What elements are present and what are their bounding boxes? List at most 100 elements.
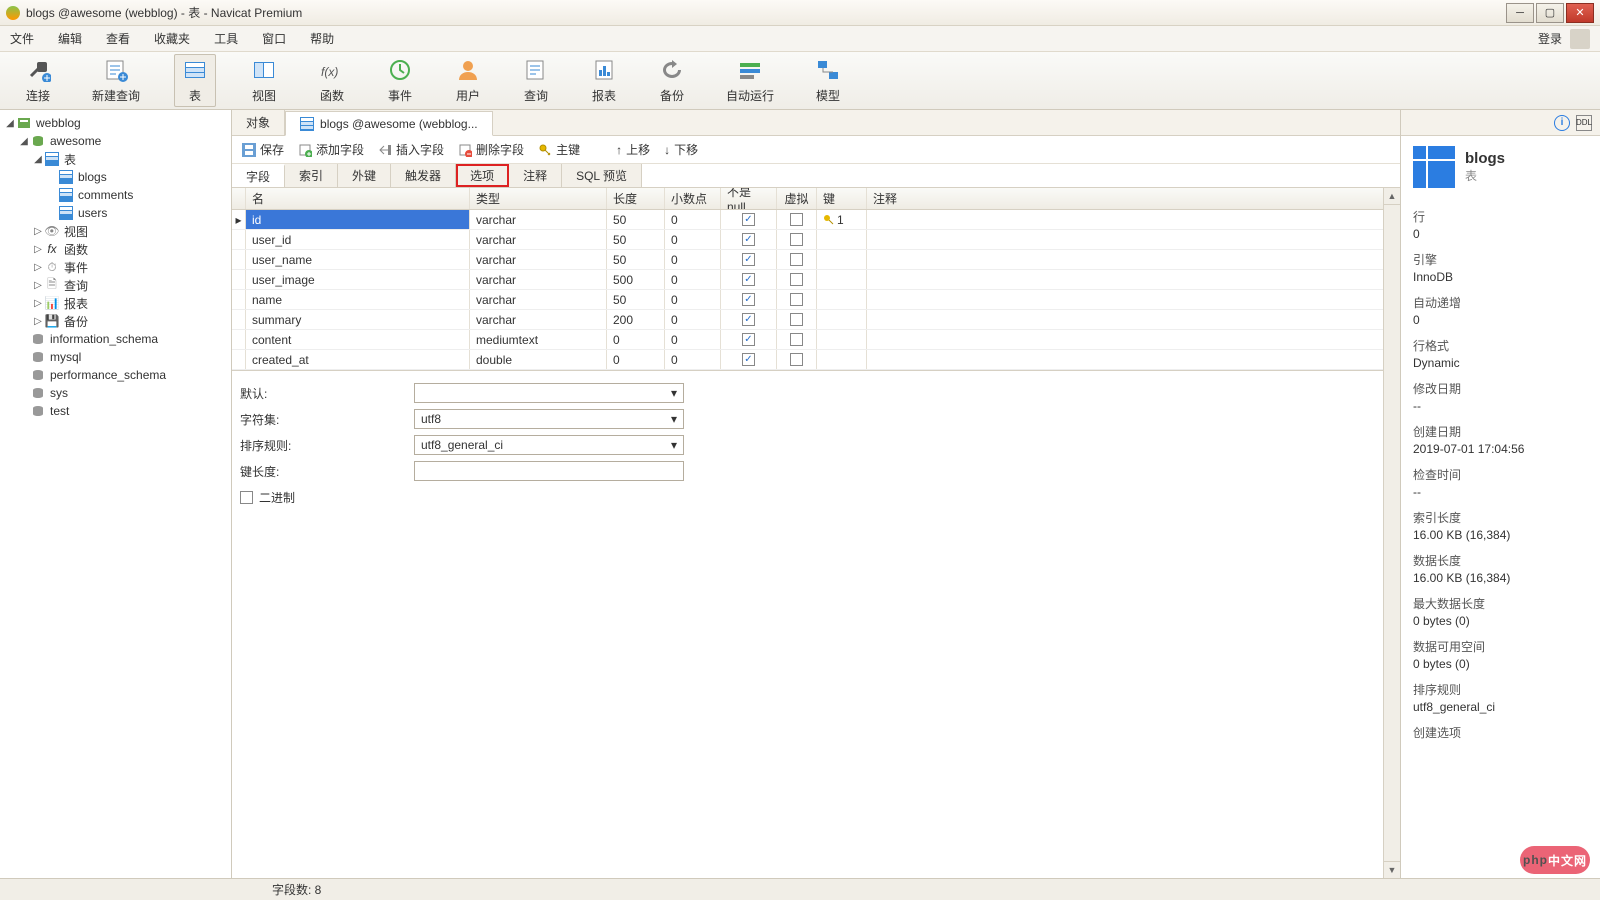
cell-length[interactable]: 50 — [607, 210, 665, 229]
fields-grid[interactable]: 名 类型 长度 小数点 不是 null 虚拟 键 注释 ▸idvarchar50… — [232, 188, 1400, 370]
tree-db-mysql[interactable]: mysql — [0, 348, 231, 366]
cell-decimals[interactable]: 0 — [665, 350, 721, 369]
notnull-checkbox[interactable]: ✓ — [742, 293, 755, 306]
tree-table-blogs[interactable]: blogs — [0, 168, 231, 186]
scroll-down-icon[interactable]: ▼ — [1384, 861, 1400, 878]
cell-name[interactable]: summary — [246, 310, 470, 329]
charset-select[interactable]: utf8▾ — [414, 409, 684, 429]
toolbar-autorun-button[interactable]: 自动运行 — [720, 55, 780, 106]
virtual-checkbox[interactable] — [790, 293, 803, 306]
virtual-checkbox[interactable] — [790, 333, 803, 346]
cell-decimals[interactable]: 0 — [665, 230, 721, 249]
move-up-button[interactable]: ↑上移 — [616, 141, 650, 158]
menu-help[interactable]: 帮助 — [310, 30, 334, 47]
table-row[interactable]: namevarchar500✓ — [232, 290, 1400, 310]
subtab-3[interactable]: 触发器 — [391, 164, 456, 187]
cell-name[interactable]: user_image — [246, 270, 470, 289]
tree-report[interactable]: ▷📊报表 — [0, 294, 231, 312]
cell-type[interactable]: varchar — [470, 250, 607, 269]
cell-name[interactable]: created_at — [246, 350, 470, 369]
maximize-button[interactable]: ▢ — [1536, 3, 1564, 23]
hdr-comment[interactable]: 注释 — [867, 188, 1400, 209]
cell-decimals[interactable]: 0 — [665, 210, 721, 229]
menu-window[interactable]: 窗口 — [262, 30, 286, 47]
notnull-checkbox[interactable]: ✓ — [742, 273, 755, 286]
table-row[interactable]: contentmediumtext00✓ — [232, 330, 1400, 350]
toolbar-event-button[interactable]: 事件 — [380, 55, 420, 106]
toolbar-new-query-button[interactable]: 新建查询 — [86, 55, 146, 106]
table-row[interactable]: user_namevarchar500✓ — [232, 250, 1400, 270]
tree-db-performance_schema[interactable]: performance_schema — [0, 366, 231, 384]
table-row[interactable]: user_idvarchar500✓ — [232, 230, 1400, 250]
close-button[interactable]: ✕ — [1566, 3, 1594, 23]
menu-edit[interactable]: 编辑 — [58, 30, 82, 47]
tree-fx[interactable]: ▷fx函数 — [0, 240, 231, 258]
cell-key[interactable] — [817, 290, 867, 309]
subtab-4[interactable]: 选项 — [456, 164, 509, 187]
hdr-name[interactable]: 名 — [246, 188, 470, 209]
toolbar-user-button[interactable]: 用户 — [448, 55, 488, 106]
table-row[interactable]: created_atdouble00✓ — [232, 350, 1400, 370]
toolbar-plug-button[interactable]: 连接 — [18, 55, 58, 106]
tree-backup[interactable]: ▷💾备份 — [0, 312, 231, 330]
subtab-2[interactable]: 外键 — [338, 164, 391, 187]
tree-table-users[interactable]: users — [0, 204, 231, 222]
toolbar-function-button[interactable]: f(x)函数 — [312, 55, 352, 106]
tree-server[interactable]: ◢webblog — [0, 114, 231, 132]
cell-decimals[interactable]: 0 — [665, 310, 721, 329]
cell-decimals[interactable]: 0 — [665, 290, 721, 309]
expand-icon[interactable]: ◢ — [4, 118, 16, 129]
expand-icon[interactable]: ▷ — [32, 298, 44, 309]
cell-type[interactable]: varchar — [470, 290, 607, 309]
toolbar-query-button[interactable]: 查询 — [516, 55, 556, 106]
hdr-type[interactable]: 类型 — [470, 188, 607, 209]
notnull-checkbox[interactable]: ✓ — [742, 213, 755, 226]
cell-name[interactable]: content — [246, 330, 470, 349]
cell-length[interactable]: 0 — [607, 330, 665, 349]
collation-select[interactable]: utf8_general_ci▾ — [414, 435, 684, 455]
tree-event[interactable]: ▷⏱事件 — [0, 258, 231, 276]
move-down-button[interactable]: ↓下移 — [664, 141, 698, 158]
cell-type[interactable]: varchar — [470, 270, 607, 289]
info-icon[interactable]: i — [1554, 115, 1570, 131]
toolbar-view-button[interactable]: 视图 — [244, 55, 284, 106]
virtual-checkbox[interactable] — [790, 233, 803, 246]
notnull-checkbox[interactable]: ✓ — [742, 253, 755, 266]
expand-icon[interactable]: ▷ — [32, 316, 44, 327]
vertical-scrollbar[interactable]: ▲ ▼ — [1383, 188, 1400, 878]
cell-name[interactable]: name — [246, 290, 470, 309]
cell-type[interactable]: double — [470, 350, 607, 369]
notnull-checkbox[interactable]: ✓ — [742, 233, 755, 246]
cell-length[interactable]: 500 — [607, 270, 665, 289]
cell-length[interactable]: 200 — [607, 310, 665, 329]
cell-decimals[interactable]: 0 — [665, 270, 721, 289]
primary-key-button[interactable]: 主键 — [538, 141, 580, 158]
insert-field-button[interactable]: 插入字段 — [378, 141, 444, 158]
hdr-notnull[interactable]: 不是 null — [721, 188, 777, 209]
keylen-input[interactable] — [414, 461, 684, 481]
hdr-virtual[interactable]: 虚拟 — [777, 188, 817, 209]
delete-field-button[interactable]: 删除字段 — [458, 141, 524, 158]
virtual-checkbox[interactable] — [790, 213, 803, 226]
cell-length[interactable]: 50 — [607, 230, 665, 249]
cell-length[interactable]: 50 — [607, 250, 665, 269]
virtual-checkbox[interactable] — [790, 353, 803, 366]
cell-comment[interactable] — [867, 310, 1400, 329]
tree-tables-node[interactable]: ◢表 — [0, 150, 231, 168]
cell-name[interactable]: id — [246, 210, 470, 229]
cell-key[interactable] — [817, 350, 867, 369]
hdr-key[interactable]: 键 — [817, 188, 867, 209]
notnull-checkbox[interactable]: ✓ — [742, 313, 755, 326]
sql-icon[interactable]: DDL — [1576, 115, 1592, 131]
expand-icon[interactable]: ◢ — [32, 154, 44, 165]
tree-table-comments[interactable]: comments — [0, 186, 231, 204]
table-row[interactable]: user_imagevarchar5000 ✓ — [232, 270, 1400, 290]
cell-key[interactable] — [817, 330, 867, 349]
tree-view[interactable]: ▷👁视图 — [0, 222, 231, 240]
expand-icon[interactable]: ▷ — [32, 280, 44, 291]
toolbar-backup-button[interactable]: 备份 — [652, 55, 692, 106]
toolbar-table-button[interactable]: 表 — [174, 54, 216, 107]
tree-db-information_schema[interactable]: information_schema — [0, 330, 231, 348]
cell-key[interactable] — [817, 250, 867, 269]
expand-icon[interactable]: ▷ — [32, 226, 44, 237]
